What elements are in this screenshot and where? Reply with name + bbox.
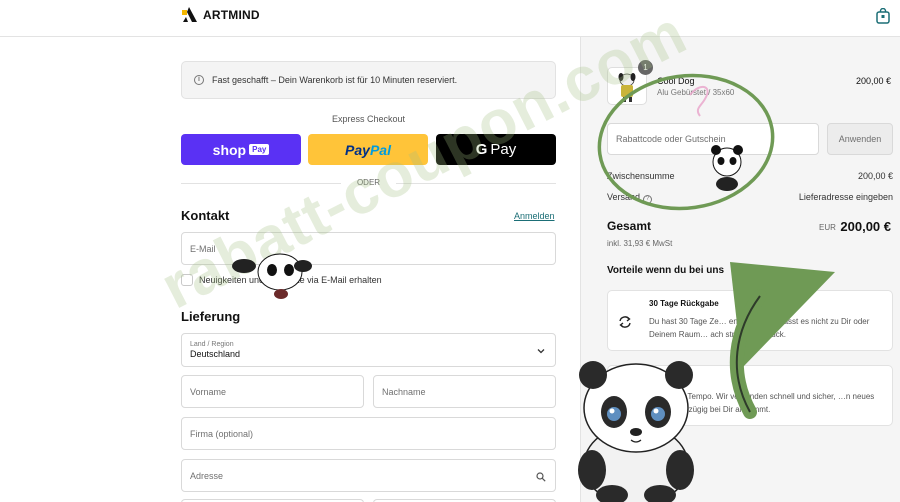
company-placeholder: Firma (optional)	[190, 428, 254, 439]
benefits-title: Vorteile wenn du bei uns	[607, 265, 725, 276]
paypal-label-part2: Pal	[369, 141, 391, 158]
company-field[interactable]: Firma (optional)	[181, 417, 556, 450]
paypal-button[interactable]: Pay Pal	[308, 134, 428, 165]
tax-line: inkl. 31,93 € MwSt	[607, 239, 673, 248]
last-name-field[interactable]: Nachname	[373, 375, 556, 408]
artmind-logo-icon	[182, 7, 197, 22]
chevron-down-icon	[537, 349, 545, 354]
last-name-placeholder: Nachname	[382, 386, 426, 397]
benefit-desc: Du hast 30 Tage Ze… en zu lassen. Passt …	[649, 317, 870, 339]
total-currency: EUR	[819, 223, 836, 232]
divider-line-right	[396, 183, 556, 184]
login-link[interactable]: Anmelden	[514, 211, 555, 221]
checkout-form: i Fast geschafft – Dein Warenkorb ist fü…	[0, 37, 580, 502]
express-checkout-label: Express Checkout	[331, 114, 406, 124]
newsletter-label: Neuigkeiten und Angebote via E-Mail erha…	[199, 275, 382, 285]
discount-code-input[interactable]: Rabattcode oder Gutschein	[607, 123, 819, 155]
notice-text: Fast geschafft – Dein Warenkorb ist für …	[212, 75, 458, 85]
benefit-title: Versand	[649, 374, 681, 383]
benefit-card-shipping: Versand …verdient Tempo. Wir versenden s…	[607, 365, 893, 426]
benefit-title: 30 Tage Rückgabe	[649, 299, 719, 308]
shopping-bag-icon[interactable]	[876, 8, 890, 24]
address-placeholder: Adresse	[190, 470, 224, 481]
checkout-page: ARTMIND i Fast geschafft – Dein Warenkor…	[0, 0, 900, 502]
shipping-row: Versand? Lieferadresse eingeben	[607, 192, 893, 204]
quantity-badge: 1	[638, 60, 653, 75]
first-name-field[interactable]: Vorname	[181, 375, 364, 408]
truck-icon	[618, 393, 632, 403]
shipping-label: Versand	[607, 192, 641, 202]
first-name-placeholder: Vorname	[190, 386, 227, 397]
google-pay-button[interactable]: G Pay	[436, 134, 556, 165]
product-name: Cool Dog	[657, 76, 695, 86]
email-field[interactable]: E-Mail	[181, 232, 556, 265]
product-price: 200,00 €	[855, 76, 891, 86]
product-variant: Alu Gebürstet / 35x60	[657, 88, 735, 97]
country-value: Deutschland	[190, 349, 241, 359]
country-label: Land / Region	[190, 341, 234, 348]
total-label: Gesamt	[607, 219, 652, 233]
contact-title: Kontakt	[181, 208, 230, 223]
shipping-value: Lieferadresse eingeben	[798, 192, 893, 202]
header: ARTMIND	[0, 0, 900, 37]
logo-text: ARTMIND	[203, 7, 260, 22]
shop-pay-label: shop	[212, 141, 247, 158]
subtotal-value: 200,00 €	[857, 171, 893, 181]
apply-discount-button[interactable]: Anwenden	[827, 123, 893, 155]
order-summary: 1 Cool Dog Alu Gebürstet / 35x60 200,00 …	[580, 37, 900, 502]
delivery-title: Lieferung	[181, 309, 241, 324]
shop-pay-button[interactable]: shop Pay	[181, 134, 301, 165]
subtotal-label: Zwischensumme	[607, 171, 675, 181]
email-placeholder: E-Mail	[190, 243, 216, 254]
search-icon	[536, 472, 546, 482]
or-divider: ODER	[181, 178, 556, 188]
newsletter-row: Neuigkeiten und Angebote via E-Mail erha…	[181, 274, 382, 286]
total-value: 200,00 €	[840, 219, 891, 234]
info-icon: i	[194, 75, 204, 85]
paypal-label-part1: Pay	[345, 141, 370, 158]
shop-pay-tag: Pay	[249, 144, 270, 155]
google-pay-label: Pay	[490, 141, 517, 158]
address-field[interactable]: Adresse	[181, 459, 556, 492]
discount-placeholder: Rabattcode oder Gutschein	[616, 134, 726, 144]
reservation-notice: i Fast geschafft – Dein Warenkorb ist fü…	[181, 61, 556, 99]
newsletter-checkbox[interactable]	[181, 274, 193, 286]
return-arrows-icon	[619, 316, 631, 328]
logo[interactable]: ARTMIND	[181, 7, 260, 22]
help-icon[interactable]: ?	[643, 195, 653, 204]
subtotal-row: Zwischensumme 200,00 €	[607, 171, 893, 181]
benefit-desc: …verdient Tempo. Wir versenden schnell u…	[649, 392, 875, 414]
benefit-card-returns: 30 Tage Rückgabe Du hast 30 Tage Ze… en …	[607, 290, 893, 351]
country-select[interactable]: Land / Region Deutschland	[181, 333, 556, 367]
google-g-icon: G	[475, 141, 488, 158]
